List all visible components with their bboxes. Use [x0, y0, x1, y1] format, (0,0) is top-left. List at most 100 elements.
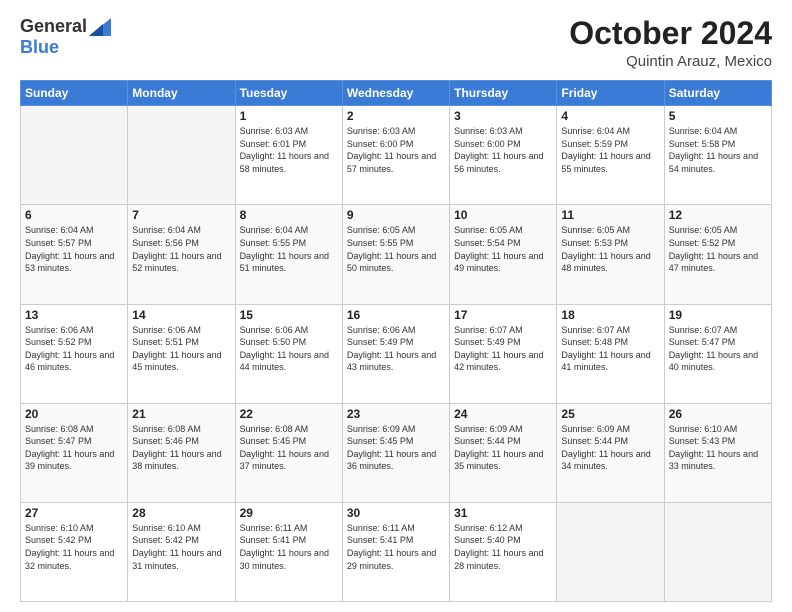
day-number: 29	[240, 506, 338, 520]
day-number: 19	[669, 308, 767, 322]
day-number: 5	[669, 109, 767, 123]
day-info: Sunrise: 6:03 AMSunset: 6:00 PMDaylight:…	[454, 125, 552, 175]
day-number: 30	[347, 506, 445, 520]
calendar-cell: 30 Sunrise: 6:11 AMSunset: 5:41 PMDayligh…	[342, 502, 449, 601]
day-number: 6	[25, 208, 123, 222]
calendar-cell: 31 Sunrise: 6:12 AMSunset: 5:40 PMDayligh…	[450, 502, 557, 601]
calendar-cell: 12 Sunrise: 6:05 AMSunset: 5:52 PMDayligh…	[664, 205, 771, 304]
day-number: 26	[669, 407, 767, 421]
weekday-header-saturday: Saturday	[664, 81, 771, 106]
day-number: 28	[132, 506, 230, 520]
calendar-cell: 4 Sunrise: 6:04 AMSunset: 5:59 PMDaylight…	[557, 106, 664, 205]
day-info: Sunrise: 6:11 AMSunset: 5:41 PMDaylight:…	[240, 522, 338, 572]
day-info: Sunrise: 6:07 AMSunset: 5:48 PMDaylight:…	[561, 324, 659, 374]
day-number: 7	[132, 208, 230, 222]
calendar-cell: 29 Sunrise: 6:11 AMSunset: 5:41 PMDayligh…	[235, 502, 342, 601]
day-info: Sunrise: 6:05 AMSunset: 5:52 PMDaylight:…	[669, 224, 767, 274]
day-number: 17	[454, 308, 552, 322]
day-info: Sunrise: 6:08 AMSunset: 5:46 PMDaylight:…	[132, 423, 230, 473]
logo-blue: Blue	[20, 37, 59, 58]
calendar-cell: 9Sunrise: 6:05 AMSunset: 5:55 PMDaylight…	[342, 205, 449, 304]
day-info: Sunrise: 6:10 AMSunset: 5:42 PMDaylight:…	[132, 522, 230, 572]
day-number: 24	[454, 407, 552, 421]
weekday-header-tuesday: Tuesday	[235, 81, 342, 106]
weekday-header-monday: Monday	[128, 81, 235, 106]
calendar-cell: 7 Sunrise: 6:04 AMSunset: 5:56 PMDaylight…	[128, 205, 235, 304]
day-number: 12	[669, 208, 767, 222]
weekday-header-thursday: Thursday	[450, 81, 557, 106]
day-info: Sunrise: 6:09 AMSunset: 5:45 PMDaylight:…	[347, 423, 445, 473]
day-number: 18	[561, 308, 659, 322]
weekday-header-friday: Friday	[557, 81, 664, 106]
day-number: 10	[454, 208, 552, 222]
day-number: 20	[25, 407, 123, 421]
calendar-cell: 27 Sunrise: 6:10 AMSunset: 5:42 PMDayligh…	[21, 502, 128, 601]
header: General Blue October 2024 Quintin Arauz,…	[20, 16, 772, 70]
day-info: Sunrise: 6:07 AMSunset: 5:47 PMDaylight:…	[669, 324, 767, 374]
day-number: 16	[347, 308, 445, 322]
calendar-cell: 1Sunrise: 6:03 AMSunset: 6:01 PMDaylight…	[235, 106, 342, 205]
calendar-cell: 2 Sunrise: 6:03 AMSunset: 6:00 PMDaylight…	[342, 106, 449, 205]
weekday-header-row: SundayMondayTuesdayWednesdayThursdayFrid…	[21, 81, 772, 106]
day-info: Sunrise: 6:04 AMSunset: 5:57 PMDaylight:…	[25, 224, 123, 274]
day-info: Sunrise: 6:12 AMSunset: 5:40 PMDaylight:…	[454, 522, 552, 572]
day-number: 25	[561, 407, 659, 421]
day-info: Sunrise: 6:05 AMSunset: 5:53 PMDaylight:…	[561, 224, 659, 274]
day-info: Sunrise: 6:07 AMSunset: 5:49 PMDaylight:…	[454, 324, 552, 374]
calendar-week-row: 20Sunrise: 6:08 AMSunset: 5:47 PMDayligh…	[21, 403, 772, 502]
day-info: Sunrise: 6:06 AMSunset: 5:49 PMDaylight:…	[347, 324, 445, 374]
day-info: Sunrise: 6:06 AMSunset: 5:51 PMDaylight:…	[132, 324, 230, 374]
calendar-table: SundayMondayTuesdayWednesdayThursdayFrid…	[20, 80, 772, 602]
day-number: 14	[132, 308, 230, 322]
day-info: Sunrise: 6:04 AMSunset: 5:55 PMDaylight:…	[240, 224, 338, 274]
calendar-cell: 5Sunrise: 6:04 AMSunset: 5:58 PMDaylight…	[664, 106, 771, 205]
day-info: Sunrise: 6:04 AMSunset: 5:56 PMDaylight:…	[132, 224, 230, 274]
title-area: October 2024 Quintin Arauz, Mexico	[569, 16, 772, 70]
calendar-cell: 16 Sunrise: 6:06 AMSunset: 5:49 PMDayligh…	[342, 304, 449, 403]
day-number: 22	[240, 407, 338, 421]
calendar-cell	[557, 502, 664, 601]
calendar-cell: 23 Sunrise: 6:09 AMSunset: 5:45 PMDayligh…	[342, 403, 449, 502]
day-number: 11	[561, 208, 659, 222]
calendar-cell: 20Sunrise: 6:08 AMSunset: 5:47 PMDayligh…	[21, 403, 128, 502]
day-info: Sunrise: 6:04 AMSunset: 5:59 PMDaylight:…	[561, 125, 659, 175]
calendar-cell: 25Sunrise: 6:09 AMSunset: 5:44 PMDayligh…	[557, 403, 664, 502]
day-number: 9	[347, 208, 445, 222]
calendar-week-row: 13Sunrise: 6:06 AMSunset: 5:52 PMDayligh…	[21, 304, 772, 403]
calendar-week-row: 1Sunrise: 6:03 AMSunset: 6:01 PMDaylight…	[21, 106, 772, 205]
weekday-header-sunday: Sunday	[21, 81, 128, 106]
calendar-cell: 26Sunrise: 6:10 AMSunset: 5:43 PMDayligh…	[664, 403, 771, 502]
calendar-cell: 28 Sunrise: 6:10 AMSunset: 5:42 PMDayligh…	[128, 502, 235, 601]
weekday-header-wednesday: Wednesday	[342, 81, 449, 106]
day-number: 31	[454, 506, 552, 520]
calendar-cell: 10 Sunrise: 6:05 AMSunset: 5:54 PMDayligh…	[450, 205, 557, 304]
day-info: Sunrise: 6:03 AMSunset: 6:01 PMDaylight:…	[240, 125, 338, 175]
calendar-cell: 15Sunrise: 6:06 AMSunset: 5:50 PMDayligh…	[235, 304, 342, 403]
day-number: 23	[347, 407, 445, 421]
day-number: 15	[240, 308, 338, 322]
day-number: 21	[132, 407, 230, 421]
calendar-cell: 13Sunrise: 6:06 AMSunset: 5:52 PMDayligh…	[21, 304, 128, 403]
month-title: October 2024	[569, 16, 772, 51]
day-info: Sunrise: 6:05 AMSunset: 5:54 PMDaylight:…	[454, 224, 552, 274]
logo: General Blue	[20, 16, 111, 58]
calendar-cell	[21, 106, 128, 205]
day-number: 2	[347, 109, 445, 123]
calendar-week-row: 6 Sunrise: 6:04 AMSunset: 5:57 PMDaylight…	[21, 205, 772, 304]
calendar-cell: 11 Sunrise: 6:05 AMSunset: 5:53 PMDayligh…	[557, 205, 664, 304]
day-number: 4	[561, 109, 659, 123]
day-info: Sunrise: 6:11 AMSunset: 5:41 PMDaylight:…	[347, 522, 445, 572]
day-info: Sunrise: 6:10 AMSunset: 5:42 PMDaylight:…	[25, 522, 123, 572]
day-number: 3	[454, 109, 552, 123]
calendar-cell: 19 Sunrise: 6:07 AMSunset: 5:47 PMDayligh…	[664, 304, 771, 403]
calendar-week-row: 27 Sunrise: 6:10 AMSunset: 5:42 PMDayligh…	[21, 502, 772, 601]
day-info: Sunrise: 6:08 AMSunset: 5:45 PMDaylight:…	[240, 423, 338, 473]
calendar-cell: 3 Sunrise: 6:03 AMSunset: 6:00 PMDaylight…	[450, 106, 557, 205]
calendar-cell: 6 Sunrise: 6:04 AMSunset: 5:57 PMDaylight…	[21, 205, 128, 304]
location: Quintin Arauz, Mexico	[569, 53, 772, 70]
day-number: 27	[25, 506, 123, 520]
day-info: Sunrise: 6:09 AMSunset: 5:44 PMDaylight:…	[454, 423, 552, 473]
day-number: 13	[25, 308, 123, 322]
calendar-cell	[128, 106, 235, 205]
day-info: Sunrise: 6:03 AMSunset: 6:00 PMDaylight:…	[347, 125, 445, 175]
